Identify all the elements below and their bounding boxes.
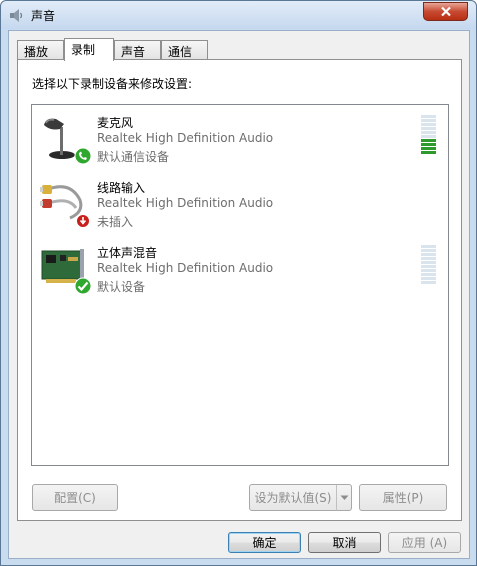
speaker-icon [10,9,23,22]
device-status: 默认通信设备 [97,150,170,164]
set-default-dropdown[interactable] [336,484,352,511]
meter-segment [421,253,436,256]
check-badge-icon [74,277,92,295]
device-list[interactable]: 麦克风 Realtek High Definition Audio 默认通信设备 [31,104,449,466]
meter-segment [421,269,436,272]
tab-communications[interactable]: 通信 [161,40,208,60]
meter-segment [421,273,436,276]
device-name: 线路输入 [97,181,146,195]
meter-segment [421,119,436,122]
meter-segment [421,245,436,248]
tab-playback[interactable]: 播放 [17,40,64,60]
device-name: 麦克风 [97,116,134,130]
device-driver: Realtek High Definition Audio [97,261,274,275]
device-name: 立体声混音 [97,246,158,260]
device-status: 默认设备 [97,280,146,294]
recording-tab-panel: 选择以下录制设备来修改设置: 麦克风 Realtek High Definiti… [17,59,462,521]
meter-segment [421,261,436,264]
tab-recording[interactable]: 录制 [64,38,114,61]
meter-segment [421,151,436,154]
meter-segment [421,257,436,260]
window-title: 声音 [31,9,56,23]
meter-segment [421,127,436,130]
meter-segment [421,123,436,126]
meter-segment [421,115,436,118]
meter-segment [421,139,436,142]
device-item-line-in[interactable]: 线路输入 Realtek High Definition Audio 未插入 [32,176,448,236]
meter-segment [421,143,436,146]
cancel-button[interactable]: 取消 [308,532,381,553]
configure-button[interactable]: 配置(C) [32,484,118,511]
device-item-stereo-mix[interactable]: 立体声混音 Realtek High Definition Audio 默认设备 [32,241,448,301]
meter-segment [421,281,436,284]
meter-segment [421,131,436,134]
close-button[interactable] [423,2,468,21]
close-icon [440,6,451,17]
ok-button[interactable]: 确定 [228,532,301,553]
instruction-text: 选择以下录制设备来修改设置: [32,77,193,91]
device-status: 未插入 [97,215,134,229]
phone-badge-icon [74,147,92,165]
title-bar[interactable]: 声音 [1,1,476,29]
meter-segment [421,277,436,280]
sound-dialog: 声音 播放 录制 声音 通信 选择以下录制设备来修改设置: 麦克风 Realte… [0,0,477,566]
properties-button[interactable]: 属性(P) [359,484,447,511]
device-item-microphone[interactable]: 麦克风 Realtek High Definition Audio 默认通信设备 [32,111,448,171]
unplugged-badge-icon [76,214,90,228]
chevron-down-icon [340,495,348,500]
tab-sounds[interactable]: 声音 [114,40,161,60]
set-default-button[interactable]: 设为默认值(S) [249,484,337,511]
apply-button[interactable]: 应用 (A) [388,532,461,553]
meter-segment [421,135,436,138]
level-meter [421,245,436,284]
meter-segment [421,265,436,268]
meter-segment [421,147,436,150]
level-meter [421,115,436,154]
device-driver: Realtek High Definition Audio [97,196,274,210]
device-driver: Realtek High Definition Audio [97,131,274,145]
meter-segment [421,249,436,252]
